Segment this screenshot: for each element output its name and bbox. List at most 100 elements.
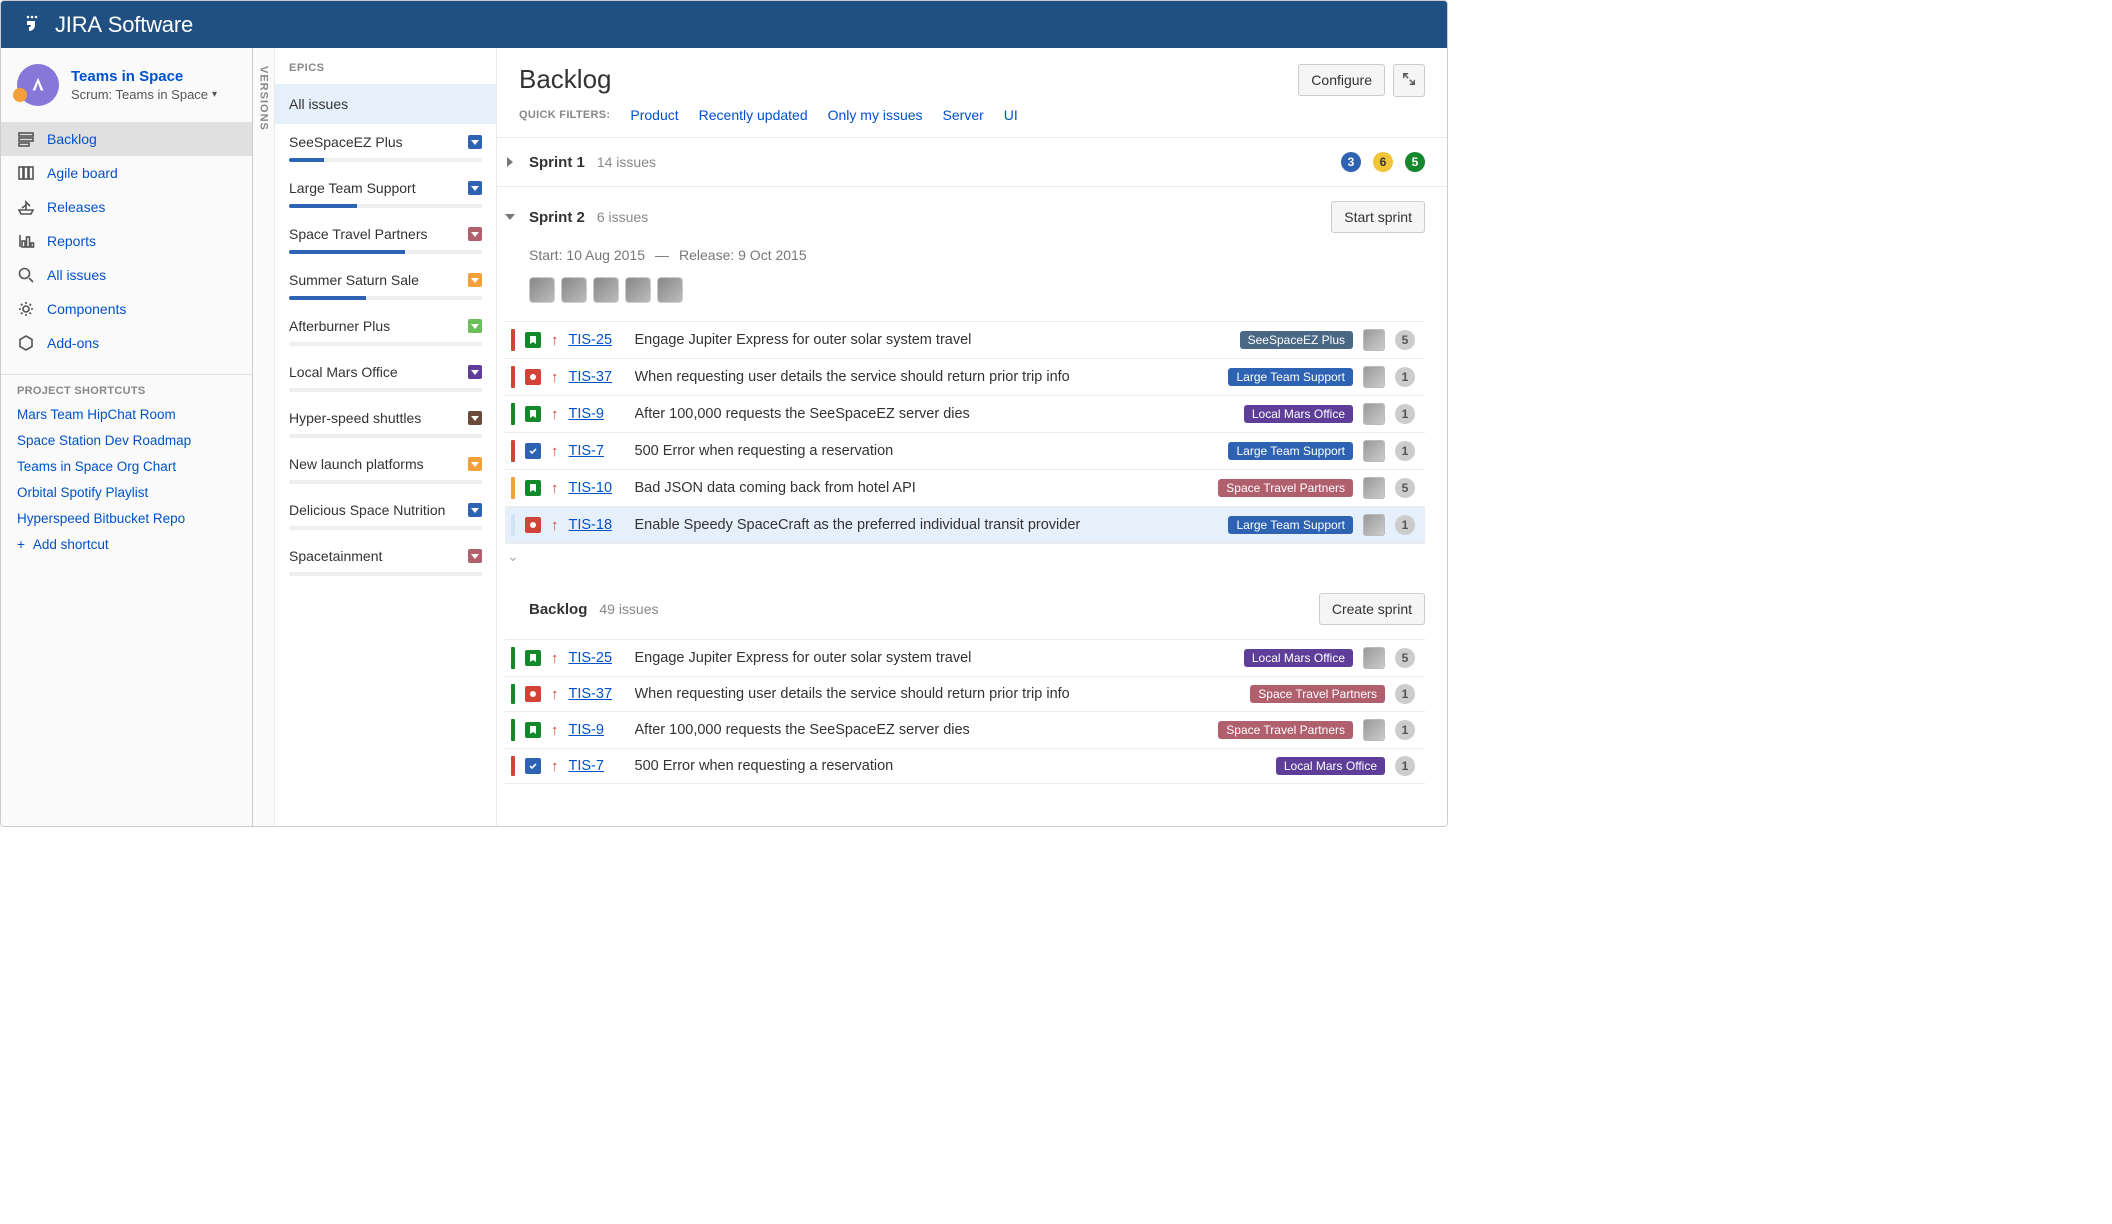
sidebar-item-add-ons[interactable]: Add-ons — [1, 326, 252, 360]
epic-item[interactable]: Large Team Support — [275, 170, 496, 216]
add-shortcut-button[interactable]: + Add shortcut — [17, 537, 236, 552]
avatar[interactable] — [625, 277, 651, 303]
sprint-1: Sprint 1 14 issues 3 6 5 — [497, 138, 1447, 187]
epic-label[interactable]: Space Travel Partners — [1250, 685, 1385, 703]
epic-item[interactable]: Local Mars Office — [275, 354, 496, 400]
issue-row[interactable]: TIS-9 After 100,000 requests the SeeSpac… — [505, 712, 1425, 749]
chevron-down-icon[interactable] — [468, 411, 482, 425]
chevron-down-icon[interactable] — [505, 209, 517, 225]
fullscreen-button[interactable] — [1393, 64, 1425, 97]
issue-row[interactable]: TIS-7 500 Error when requesting a reserv… — [505, 433, 1425, 470]
issue-key[interactable]: TIS-25 — [569, 332, 625, 348]
issue-summary: Bad JSON data coming back from hotel API — [635, 480, 1209, 496]
project-switcher[interactable]: Teams in Space Scrum: Teams in Space — [1, 48, 252, 118]
create-sprint-button[interactable]: Create sprint — [1319, 593, 1425, 625]
avatar[interactable] — [593, 277, 619, 303]
epic-label[interactable]: Local Mars Office — [1276, 757, 1385, 775]
issue-key[interactable]: TIS-9 — [569, 722, 625, 738]
issue-row[interactable]: TIS-9 After 100,000 requests the SeeSpac… — [505, 396, 1425, 433]
issue-key[interactable]: TIS-7 — [569, 443, 625, 459]
epics-panel: EPICS All issues SeeSpaceEZ Plus Large T… — [275, 48, 497, 826]
assignee-avatar[interactable] — [1363, 440, 1385, 462]
project-avatar-icon — [17, 64, 59, 106]
epic-item[interactable]: Space Travel Partners — [275, 216, 496, 262]
sprint-name[interactable]: Sprint 1 — [529, 154, 585, 171]
chevron-down-icon[interactable] — [468, 503, 482, 517]
issue-row[interactable]: TIS-10 Bad JSON data coming back from ho… — [505, 470, 1425, 507]
chevron-down-icon[interactable] — [468, 273, 482, 287]
quick-filter[interactable]: Server — [943, 107, 984, 123]
shortcut-link[interactable]: Teams in Space Org Chart — [17, 459, 236, 474]
issue-row[interactable]: TIS-37 When requesting user details the … — [505, 677, 1425, 712]
issue-row[interactable]: TIS-25 Engage Jupiter Express for outer … — [505, 640, 1425, 677]
epic-label[interactable]: Local Mars Office — [1244, 405, 1353, 423]
sidebar-item-backlog[interactable]: Backlog — [1, 122, 252, 156]
chevron-down-icon[interactable] — [468, 549, 482, 563]
issue-row[interactable]: TIS-18 Enable Speedy SpaceCraft as the p… — [505, 507, 1425, 544]
chevron-down-icon[interactable] — [468, 365, 482, 379]
sidebar-item-label: Releases — [47, 199, 105, 215]
issue-key[interactable]: TIS-25 — [569, 650, 625, 666]
issue-key[interactable]: TIS-10 — [569, 480, 625, 496]
epic-label[interactable]: SeeSpaceEZ Plus — [1240, 331, 1353, 349]
avatar[interactable] — [561, 277, 587, 303]
epic-item[interactable]: New launch platforms — [275, 446, 496, 492]
epic-item[interactable]: Afterburner Plus — [275, 308, 496, 354]
issue-row[interactable]: TIS-37 When requesting user details the … — [505, 359, 1425, 396]
issue-key[interactable]: TIS-37 — [569, 686, 625, 702]
issue-row[interactable]: TIS-7 500 Error when requesting a reserv… — [505, 749, 1425, 784]
quick-filter[interactable]: UI — [1004, 107, 1018, 123]
assignee-avatar[interactable] — [1363, 719, 1385, 741]
epic-label[interactable]: Large Team Support — [1228, 516, 1353, 534]
epic-item[interactable]: Hyper-speed shuttles — [275, 400, 496, 446]
issue-key[interactable]: TIS-37 — [569, 369, 625, 385]
sidebar-item-all-issues[interactable]: All issues — [1, 258, 252, 292]
quick-filter[interactable]: Product — [630, 107, 678, 123]
sidebar-item-reports[interactable]: Reports — [1, 224, 252, 258]
sidebar-item-releases[interactable]: Releases — [1, 190, 252, 224]
epic-label[interactable]: Large Team Support — [1228, 368, 1353, 386]
epic-label[interactable]: Local Mars Office — [1244, 649, 1353, 667]
assignee-avatar[interactable] — [1363, 403, 1385, 425]
jira-logo[interactable]: JIRA Software — [23, 12, 193, 38]
avatar[interactable] — [529, 277, 555, 303]
chevron-down-icon[interactable] — [468, 319, 482, 333]
issue-key[interactable]: TIS-7 — [569, 758, 625, 774]
assignee-avatar[interactable] — [1363, 329, 1385, 351]
epic-label[interactable]: Space Travel Partners — [1218, 721, 1353, 739]
jira-logo-icon — [23, 13, 47, 37]
start-sprint-button[interactable]: Start sprint — [1331, 201, 1425, 233]
epic-item[interactable]: Summer Saturn Sale — [275, 262, 496, 308]
chevron-down-icon[interactable]: ⌄ — [505, 548, 519, 564]
assignee-avatar[interactable] — [1363, 477, 1385, 499]
epic-item[interactable]: Delicious Space Nutrition — [275, 492, 496, 538]
issue-key[interactable]: TIS-18 — [569, 517, 625, 533]
shortcut-link[interactable]: Orbital Spotify Playlist — [17, 485, 236, 500]
configure-button[interactable]: Configure — [1298, 64, 1385, 96]
shortcut-link[interactable]: Mars Team HipChat Room — [17, 407, 236, 422]
sidebar-item-agile-board[interactable]: Agile board — [1, 156, 252, 190]
chevron-down-icon[interactable] — [468, 135, 482, 149]
avatar[interactable] — [657, 277, 683, 303]
sprint-name[interactable]: Sprint 2 — [529, 209, 585, 226]
versions-panel-collapsed[interactable]: VERSIONS — [253, 48, 275, 826]
quick-filter[interactable]: Recently updated — [699, 107, 808, 123]
sidebar-item-components[interactable]: Components — [1, 292, 252, 326]
chevron-down-icon[interactable] — [468, 457, 482, 471]
issue-key[interactable]: TIS-9 — [569, 406, 625, 422]
issue-row[interactable]: TIS-25 Engage Jupiter Express for outer … — [505, 322, 1425, 359]
epic-label[interactable]: Space Travel Partners — [1218, 479, 1353, 497]
chevron-down-icon[interactable] — [468, 181, 482, 195]
assignee-avatar[interactable] — [1363, 647, 1385, 669]
assignee-avatar[interactable] — [1363, 366, 1385, 388]
epic-item[interactable]: Spacetainment — [275, 538, 496, 584]
epic-filter-all[interactable]: All issues — [275, 84, 496, 124]
epic-label[interactable]: Large Team Support — [1228, 442, 1353, 460]
shortcut-link[interactable]: Space Station Dev Roadmap — [17, 433, 236, 448]
assignee-avatar[interactable] — [1363, 514, 1385, 536]
quick-filter[interactable]: Only my issues — [828, 107, 923, 123]
epic-item[interactable]: SeeSpaceEZ Plus — [275, 124, 496, 170]
shortcut-link[interactable]: Hyperspeed Bitbucket Repo — [17, 511, 236, 526]
chevron-right-icon[interactable] — [505, 154, 517, 170]
chevron-down-icon[interactable] — [468, 227, 482, 241]
